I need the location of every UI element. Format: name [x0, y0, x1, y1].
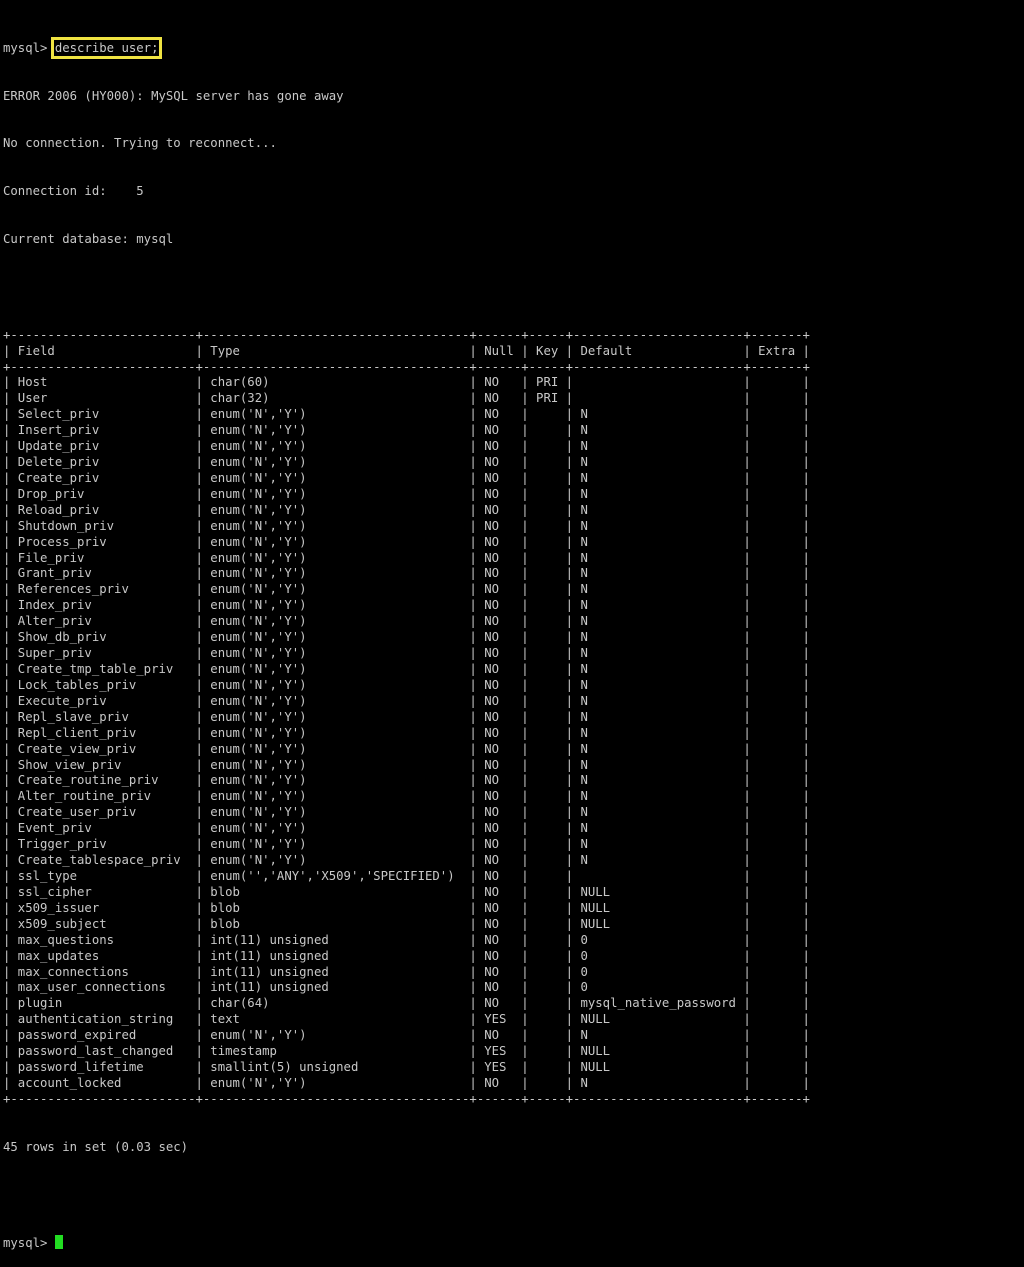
- table-separator: +-------------------------+-------------…: [3, 327, 810, 342]
- table-row: | Reload_priv | enum('N','Y') | NO | | N…: [3, 502, 810, 517]
- table-row: | max_questions | int(11) unsigned | NO …: [3, 932, 810, 947]
- table-row: | ssl_cipher | blob | NO | | NULL | |: [3, 884, 810, 899]
- table-row: | authentication_string | text | YES | |…: [3, 1012, 810, 1027]
- table-row: | Alter_priv | enum('N','Y') | NO | | N …: [3, 614, 810, 629]
- table-row: | Alter_routine_priv | enum('N','Y') | N…: [3, 789, 810, 804]
- table-row: | Repl_slave_priv | enum('N','Y') | NO |…: [3, 709, 810, 724]
- table-row: | Shutdown_priv | enum('N','Y') | NO | |…: [3, 518, 810, 533]
- table-separator: +-------------------------+-------------…: [3, 359, 810, 374]
- table-row: | Create_tmp_table_priv | enum('N','Y') …: [3, 662, 810, 677]
- table-row: | Event_priv | enum('N','Y') | NO | | N …: [3, 821, 810, 836]
- table-row: | Lock_tables_priv | enum('N','Y') | NO …: [3, 677, 810, 692]
- table-row: | password_expired | enum('N','Y') | NO …: [3, 1028, 810, 1043]
- table-row: | Insert_priv | enum('N','Y') | NO | | N…: [3, 423, 810, 438]
- table-row: | Repl_client_priv | enum('N','Y') | NO …: [3, 725, 810, 740]
- command-text: describe user;: [50, 36, 163, 59]
- table-row: | Create_view_priv | enum('N','Y') | NO …: [3, 741, 810, 756]
- table-row: | Index_priv | enum('N','Y') | NO | | N …: [3, 598, 810, 613]
- table-row: | password_lifetime | smallint(5) unsign…: [3, 1060, 810, 1075]
- table-row: | References_priv | enum('N','Y') | NO |…: [3, 582, 810, 597]
- table-row: | Delete_priv | enum('N','Y') | NO | | N…: [3, 455, 810, 470]
- prompt: mysql>: [3, 1236, 55, 1251]
- error-message: ERROR 2006 (HY000): MySQL server has gon…: [3, 88, 344, 103]
- table-row: | Drop_priv | enum('N','Y') | NO | | N |…: [3, 486, 810, 501]
- table-row: | x509_subject | blob | NO | | NULL | |: [3, 916, 810, 931]
- table-row: | Execute_priv | enum('N','Y') | NO | | …: [3, 693, 810, 708]
- result-table: +-------------------------+-------------…: [3, 328, 810, 1108]
- table-row: | max_updates | int(11) unsigned | NO | …: [3, 948, 810, 963]
- table-row: | plugin | char(64) | NO | | mysql_nativ…: [3, 996, 810, 1011]
- table-row: | Update_priv | enum('N','Y') | NO | | N…: [3, 439, 810, 454]
- command-line: mysql> describe user;: [3, 36, 810, 59]
- table-row: | ssl_type | enum('','ANY','X509','SPECI…: [3, 869, 810, 883]
- table-row: | Super_priv | enum('N','Y') | NO | | N …: [3, 646, 810, 661]
- table-header: | Field | Type | Null | Key | Default | …: [3, 343, 810, 358]
- table-row: | Create_priv | enum('N','Y') | NO | | N…: [3, 470, 810, 485]
- table-row: | Grant_priv | enum('N','Y') | NO | | N …: [3, 566, 810, 581]
- table-row: | User | char(32) | NO | PRI | | |: [3, 391, 810, 406]
- table-row: | Create_routine_priv | enum('N','Y') | …: [3, 773, 810, 788]
- table-row: | Create_tablespace_priv | enum('N','Y')…: [3, 853, 810, 868]
- result-summary: 45 rows in set (0.03 sec): [3, 1139, 189, 1154]
- table-separator: +-------------------------+-------------…: [3, 1091, 810, 1106]
- table-row: | password_last_changed | timestamp | YE…: [3, 1044, 810, 1059]
- table-row: | max_connections | int(11) unsigned | N…: [3, 964, 810, 979]
- terminal-window[interactable]: mysql> describe user; ERROR 2006 (HY000)…: [3, 9, 810, 1267]
- table-row: | Show_db_priv | enum('N','Y') | NO | | …: [3, 630, 810, 645]
- table-row: | Select_priv | enum('N','Y') | NO | | N…: [3, 407, 810, 422]
- prompt: mysql>: [3, 40, 55, 55]
- table-row: | Create_user_priv | enum('N','Y') | NO …: [3, 805, 810, 820]
- table-row: | max_user_connections | int(11) unsigne…: [3, 980, 810, 995]
- table-row: | x509_issuer | blob | NO | | NULL | |: [3, 900, 810, 915]
- connection-id-message: Connection id: 5: [3, 184, 144, 199]
- input-line[interactable]: mysql>: [3, 1235, 810, 1251]
- table-row: | Host | char(60) | NO | PRI | | |: [3, 375, 810, 390]
- table-row: | Process_priv | enum('N','Y') | NO | | …: [3, 534, 810, 549]
- table-row: | File_priv | enum('N','Y') | NO | | N |…: [3, 550, 810, 565]
- cursor: [54, 1235, 63, 1250]
- table-row: | Show_view_priv | enum('N','Y') | NO | …: [3, 757, 810, 772]
- current-database-message: Current database: mysql: [3, 232, 174, 247]
- reconnect-message: No connection. Trying to reconnect...: [3, 136, 277, 151]
- table-row: | account_locked | enum('N','Y') | NO | …: [3, 1075, 810, 1090]
- table-row: | Trigger_priv | enum('N','Y') | NO | | …: [3, 837, 810, 852]
